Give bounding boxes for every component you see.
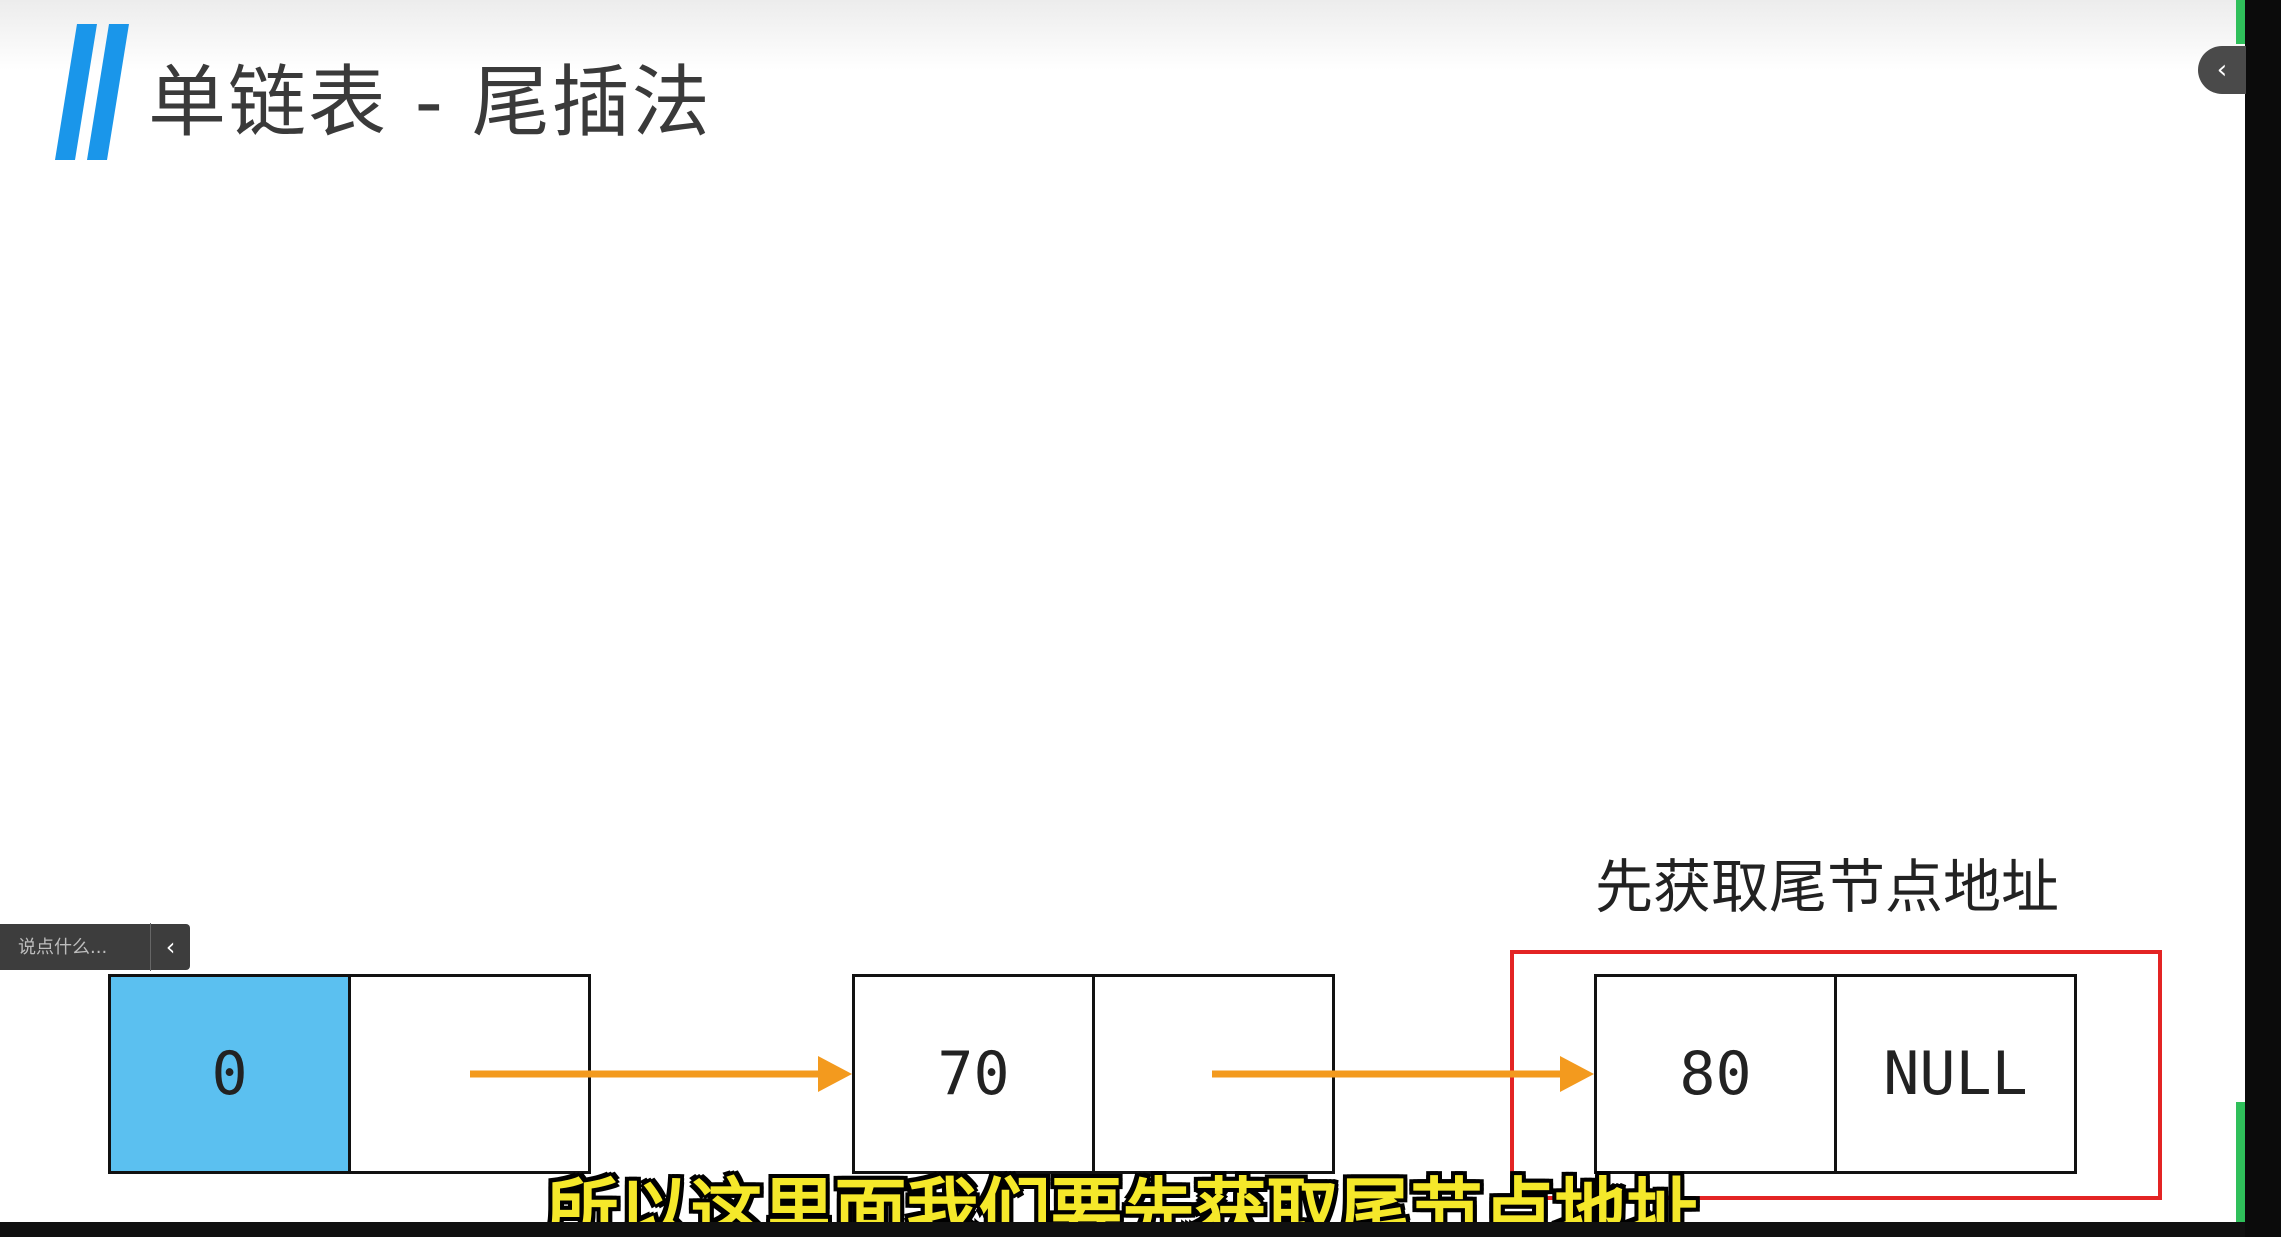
title-bars-icon	[55, 24, 129, 160]
side-accent-bottom	[2236, 1102, 2245, 1222]
collapse-panel-button[interactable]: ‹	[2198, 46, 2246, 94]
player-bottom-bar	[0, 1222, 2245, 1237]
tail-address-annotation: 先获取尾节点地址	[1595, 853, 2060, 921]
slide: 单链表 - 尾插法 先获取尾节点地址 0 70 80 NULL 所以这里面我们要…	[0, 0, 2245, 1237]
comment-box: ‹	[0, 923, 190, 971]
comment-input[interactable]	[0, 923, 151, 971]
node-1-next-cell	[1092, 974, 1335, 1174]
side-accent-top	[2236, 0, 2245, 44]
slide-title: 单链表 - 尾插法	[148, 58, 712, 148]
chevron-left-icon[interactable]: ‹	[151, 924, 190, 970]
node-1-data-cell: 70	[852, 974, 1095, 1174]
node-0-data-cell: 0	[108, 974, 351, 1174]
player-right-strip	[2245, 0, 2281, 1237]
node-0-next-cell	[348, 974, 591, 1174]
